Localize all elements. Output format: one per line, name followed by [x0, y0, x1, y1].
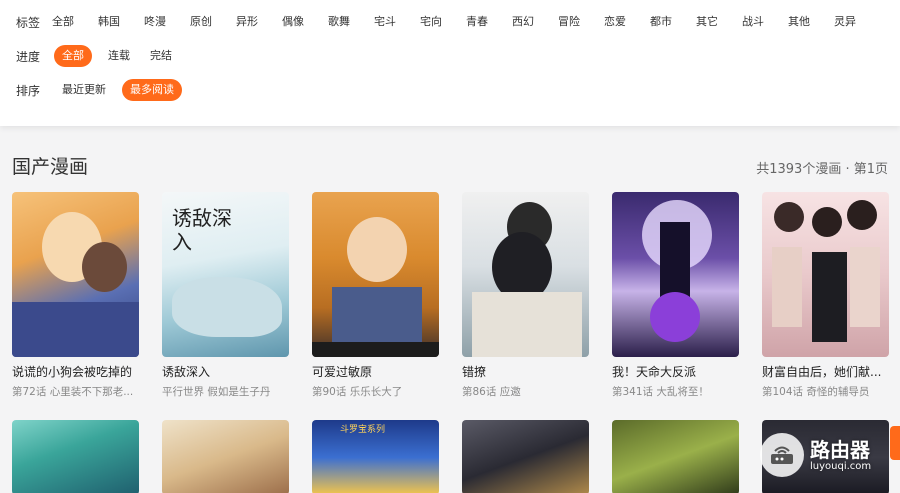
comic-latest-chapter: 第104话 奇怪的辅导员 [762, 386, 870, 398]
tag-option-17[interactable]: 灵异 [834, 11, 856, 33]
comic-cover[interactable] [162, 420, 289, 493]
comic-cover[interactable] [612, 192, 739, 357]
watermark-site: luyouqi.com [810, 460, 872, 472]
tag-option-1[interactable]: 韩国 [98, 11, 120, 33]
comic-title[interactable]: 财富自由后，她们献... [762, 363, 894, 380]
filter-panel: 标签 全部 韩国 咚漫 原创 异形 偶像 歌舞 宅斗 宅向 青春 西幻 冒险 恋爱 都市 其它 战斗 其他 灵异 … [0, 0, 900, 126]
comic-title[interactable]: 诱敌深入 [162, 363, 294, 380]
comic-card[interactable]: 错撩 第86话 应邀 [462, 192, 589, 398]
tag-option-11[interactable]: 冒险 [558, 11, 580, 33]
comic-title[interactable]: 错撩 [462, 363, 594, 380]
comic-card[interactable]: 我！天命大反派 第341话 大乱将至！ [612, 192, 739, 398]
comic-latest-chapter: 第90话 乐乐长大了 [312, 386, 403, 398]
comic-cover[interactable]: 斗罗宝系列 [312, 420, 439, 493]
tag-option-14[interactable]: 其它 [696, 11, 718, 33]
tag-option-4[interactable]: 异形 [236, 11, 258, 33]
comic-cover[interactable] [12, 192, 139, 357]
comic-card[interactable]: 可爱过敏原 第90话 乐乐长大了 [312, 192, 439, 398]
tag-option-0[interactable]: 全部 [52, 11, 74, 33]
comic-card[interactable] [12, 420, 139, 493]
tag-option-13[interactable]: 都市 [650, 11, 672, 33]
filter-label-progress: 进度 [16, 49, 41, 64]
tag-option-8[interactable]: 宅向 [420, 11, 442, 33]
comic-cover[interactable] [462, 420, 589, 493]
tag-option-12[interactable]: 恋爱 [604, 11, 626, 33]
progress-option-all[interactable]: 全部 [54, 45, 92, 67]
tag-option-5[interactable]: 偶像 [282, 11, 304, 33]
tag-option-7[interactable]: 宅斗 [374, 11, 396, 33]
comic-cover[interactable] [12, 420, 139, 493]
tag-option-3[interactable]: 原创 [190, 11, 212, 33]
progress-option-finished[interactable]: 完结 [142, 45, 180, 67]
comic-card[interactable] [612, 420, 739, 493]
comic-card[interactable] [462, 420, 589, 493]
tag-option-6[interactable]: 歌舞 [328, 11, 350, 33]
filter-label-tags: 标签 [16, 15, 41, 30]
comic-card[interactable] [162, 420, 289, 493]
comic-latest-chapter: 第86话 应邀 [462, 386, 521, 398]
comic-cover[interactable] [312, 192, 439, 357]
router-logo-icon [760, 433, 804, 477]
filter-row-tags: 标签 全部 韩国 咚漫 原创 异形 偶像 歌舞 宅斗 宅向 青春 西幻 冒险 恋爱 都市 其它 战斗 其他 灵异 [16, 11, 886, 33]
comic-card[interactable]: 诱敌深入 诱敌深入 平行世界 假如是生子丹 [162, 192, 289, 398]
cover-lettering: 诱敌深入 [172, 206, 232, 254]
comic-cover[interactable] [462, 192, 589, 357]
tag-option-16[interactable]: 其他 [788, 11, 810, 33]
comic-latest-chapter: 平行世界 假如是生子丹 [162, 386, 271, 398]
comic-title[interactable]: 可爱过敏原 [312, 363, 444, 380]
comic-latest-chapter: 第72话 心里装不下那老... [12, 386, 134, 398]
progress-option-ongoing[interactable]: 连载 [100, 45, 138, 67]
filter-label-sort: 排序 [16, 83, 41, 98]
sort-option-most-read[interactable]: 最多阅读 [122, 79, 182, 101]
tag-option-15[interactable]: 战斗 [742, 11, 764, 33]
watermark-text: 路由器 luyouqi.com [810, 439, 871, 472]
tag-option-10[interactable]: 西幻 [512, 11, 534, 33]
comic-title[interactable]: 说谎的小狗会被吃掉的 [12, 363, 144, 380]
filter-row-sort: 排序 最近更新 最多阅读 [16, 79, 182, 101]
comic-title[interactable]: 我！天命大反派 [612, 363, 744, 380]
filter-row-progress: 进度 全部 连载 完结 [16, 45, 180, 67]
sort-option-latest[interactable]: 最近更新 [54, 79, 114, 101]
comic-cover[interactable]: 诱敌深入 [162, 192, 289, 357]
comic-latest-chapter: 第341话 大乱将至！ [612, 386, 709, 398]
comic-card[interactable]: 说谎的小狗会被吃掉的 第72话 心里装不下那老... [12, 192, 139, 398]
comic-cover[interactable] [762, 192, 889, 357]
comic-cover[interactable] [612, 420, 739, 493]
tag-option-2[interactable]: 咚漫 [144, 11, 166, 33]
watermark-brand: 路由器 [810, 437, 870, 462]
comic-card[interactable]: 财富自由后，她们献... 第104话 奇怪的辅导员 [762, 192, 889, 398]
watermark: 路由器 luyouqi.com [760, 430, 900, 480]
tag-option-9[interactable]: 青春 [466, 11, 488, 33]
section-title: 国产漫画 [12, 156, 89, 178]
tag-list: 全部 韩国 咚漫 原创 异形 偶像 歌舞 宅斗 宅向 青春 西幻 冒险 恋爱 都市 其它 战斗 其他 灵异 [52, 11, 872, 33]
cover-lettering: 斗罗宝系列 [340, 425, 386, 435]
comic-card[interactable]: 斗罗宝系列 [312, 420, 439, 493]
page-info: 共1393个漫画 · 第1页 [756, 162, 888, 177]
